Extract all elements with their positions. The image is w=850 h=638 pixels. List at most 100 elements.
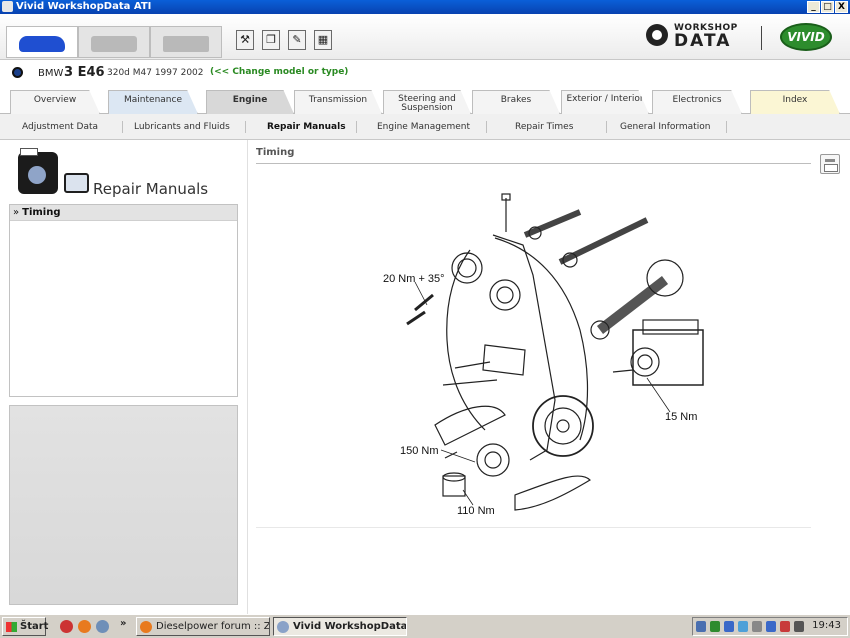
main-tabs: Overview Maintenance Engine Transmission… <box>0 86 850 114</box>
tray-icon[interactable] <box>752 621 762 632</box>
tray-icon[interactable] <box>766 621 776 632</box>
diagram-crankshaft <box>590 259 684 340</box>
taskbar-window-label: Vivid WorkshopData ... <box>293 621 407 632</box>
subnav-repair-times[interactable]: Repair Times <box>515 122 573 132</box>
subnav-divider <box>245 121 246 133</box>
diagram-injection-pump <box>612 319 704 386</box>
start-button[interactable]: Štart <box>2 617 49 636</box>
tab-index[interactable]: Index <box>750 90 840 114</box>
sub-navigation: Adjustment Data Lubricants and Fluids Re… <box>0 114 850 140</box>
subnav-lubricants-and-fluids[interactable]: Lubricants and Fluids <box>134 122 230 132</box>
car-type-tab-van[interactable] <box>78 26 150 58</box>
vehicle-info-bar: BMW 3 E46 320d M47 1997 2002 (<< Change … <box>0 60 850 86</box>
subnav-repair-manuals[interactable]: Repair Manuals <box>267 122 346 132</box>
maximize-button[interactable]: □ <box>821 1 834 13</box>
tab-engine[interactable]: Engine <box>206 90 294 114</box>
diagram-vibration-damper <box>476 443 510 477</box>
window-title: Vivid WorkshopData ATI <box>16 1 152 12</box>
calculator-icon[interactable]: ▦ <box>314 30 332 50</box>
vehicle-variant: 320d M47 1997 2002 <box>107 68 204 78</box>
torque-label-3: 150 Nm <box>400 445 439 457</box>
tab-maintenance[interactable]: Maintenance <box>108 90 198 114</box>
subnav-divider <box>356 121 357 133</box>
book-icon <box>64 173 89 193</box>
car-type-tab-car[interactable] <box>6 26 78 58</box>
panel-divider <box>247 140 248 614</box>
info-panel <box>9 405 238 605</box>
diagram-sleeve <box>442 475 466 497</box>
subnav-general-information[interactable]: General Information <box>620 122 710 132</box>
diagram-lower-guide <box>514 475 591 511</box>
shield-icon[interactable] <box>780 621 790 632</box>
subnav-adjustment-data[interactable]: Adjustment Data <box>22 122 98 132</box>
section-tree: » Timing <box>9 204 238 397</box>
tray-icon[interactable] <box>696 621 706 632</box>
tab-exterior-interior[interactable]: Exterior / Interior <box>561 90 649 114</box>
volume-icon[interactable] <box>794 621 804 632</box>
taskbar-window-label: Dieselpower forum :: Zo... <box>156 621 270 632</box>
diagram-bracket <box>482 344 526 376</box>
print-icon[interactable] <box>820 154 840 174</box>
tab-overview[interactable]: Overview <box>10 90 100 114</box>
subnav-engine-management[interactable]: Engine Management <box>377 122 470 132</box>
title-bar: Vivid WorkshopData ATI _ □ X <box>0 0 850 14</box>
title-underline <box>256 163 811 164</box>
timing-diagram: 20 Nm + 35° 15 Nm 150 Nm 110 Nm <box>383 193 704 517</box>
app-icon <box>277 621 289 633</box>
content-title: Timing <box>256 147 295 158</box>
tab-transmission[interactable]: Transmission <box>294 90 382 114</box>
clock: 19:43 <box>812 620 841 631</box>
taskbar-window-vivid[interactable]: Vivid WorkshopData ... <box>273 617 407 636</box>
bmw-logo-icon <box>12 67 23 78</box>
vehicle-make: BMW <box>38 68 64 79</box>
tray-icon[interactable] <box>738 621 748 632</box>
change-model-link[interactable]: (<< Change model or type) <box>210 67 348 77</box>
firefox-icon[interactable] <box>78 620 91 633</box>
minimize-button[interactable]: _ <box>807 1 820 13</box>
workshopdata-logo: WORKSHOP DATA <box>646 22 746 50</box>
logo-separator <box>761 26 762 50</box>
tab-steering-and-suspension[interactable]: Steering and Suspension <box>383 90 471 114</box>
tray-icon[interactable] <box>710 621 720 632</box>
hexagon-nut-icon <box>646 24 668 46</box>
edit-icon[interactable]: ✎ <box>288 30 306 50</box>
truck-icon <box>163 36 209 52</box>
start-label: Štart <box>20 621 49 632</box>
app-icon <box>2 1 13 12</box>
sidebar-title: Repair Manuals <box>93 180 209 198</box>
tab-electronics[interactable]: Electronics <box>652 90 742 114</box>
close-button[interactable]: X <box>835 1 848 13</box>
torque-label-1: 20 Nm + 35° <box>383 273 445 285</box>
firefox-icon <box>140 621 152 633</box>
tray-icon[interactable] <box>724 621 734 632</box>
diagram-screw <box>414 293 434 312</box>
taskbar-window-dieselpower[interactable]: Dieselpower forum :: Zo... <box>136 617 270 636</box>
quicklaunch-more-icon[interactable]: » <box>120 618 126 629</box>
expand-arrow-icon: » <box>13 207 20 218</box>
quicklaunch-icon[interactable] <box>60 620 73 633</box>
quicklaunch-icon[interactable] <box>96 620 109 633</box>
tree-item-timing[interactable]: » Timing <box>10 205 237 221</box>
subnav-divider <box>486 121 487 133</box>
car-type-tab-truck[interactable] <box>150 26 222 58</box>
diagram-camshaft-lower <box>558 217 649 268</box>
car-icon <box>19 36 65 52</box>
copy-icon[interactable]: ❐ <box>262 30 280 50</box>
window-controls: _ □ X <box>807 1 848 13</box>
vehicle-model: 3 E46 <box>64 65 105 80</box>
diagram-camshaft-upper <box>523 209 582 240</box>
subnav-divider <box>606 121 607 133</box>
tree-item-label: Timing <box>22 207 61 218</box>
subnav-divider <box>726 121 727 133</box>
system-tray: 19:43 <box>692 617 848 636</box>
diagram-long-bolt <box>442 379 498 386</box>
taskbar: Štart » Dieselpower forum :: Zo... Vivid… <box>0 614 850 638</box>
van-icon <box>91 36 137 52</box>
subnav-divider <box>122 121 123 133</box>
tab-brakes[interactable]: Brakes <box>472 90 560 114</box>
repair-manual-icon <box>18 148 58 194</box>
tools-icon[interactable]: ⚒ <box>236 30 254 50</box>
diagram-sprocket-left <box>451 252 483 284</box>
content-bottom-divider <box>256 527 811 528</box>
diagram-chain-right <box>494 237 589 441</box>
